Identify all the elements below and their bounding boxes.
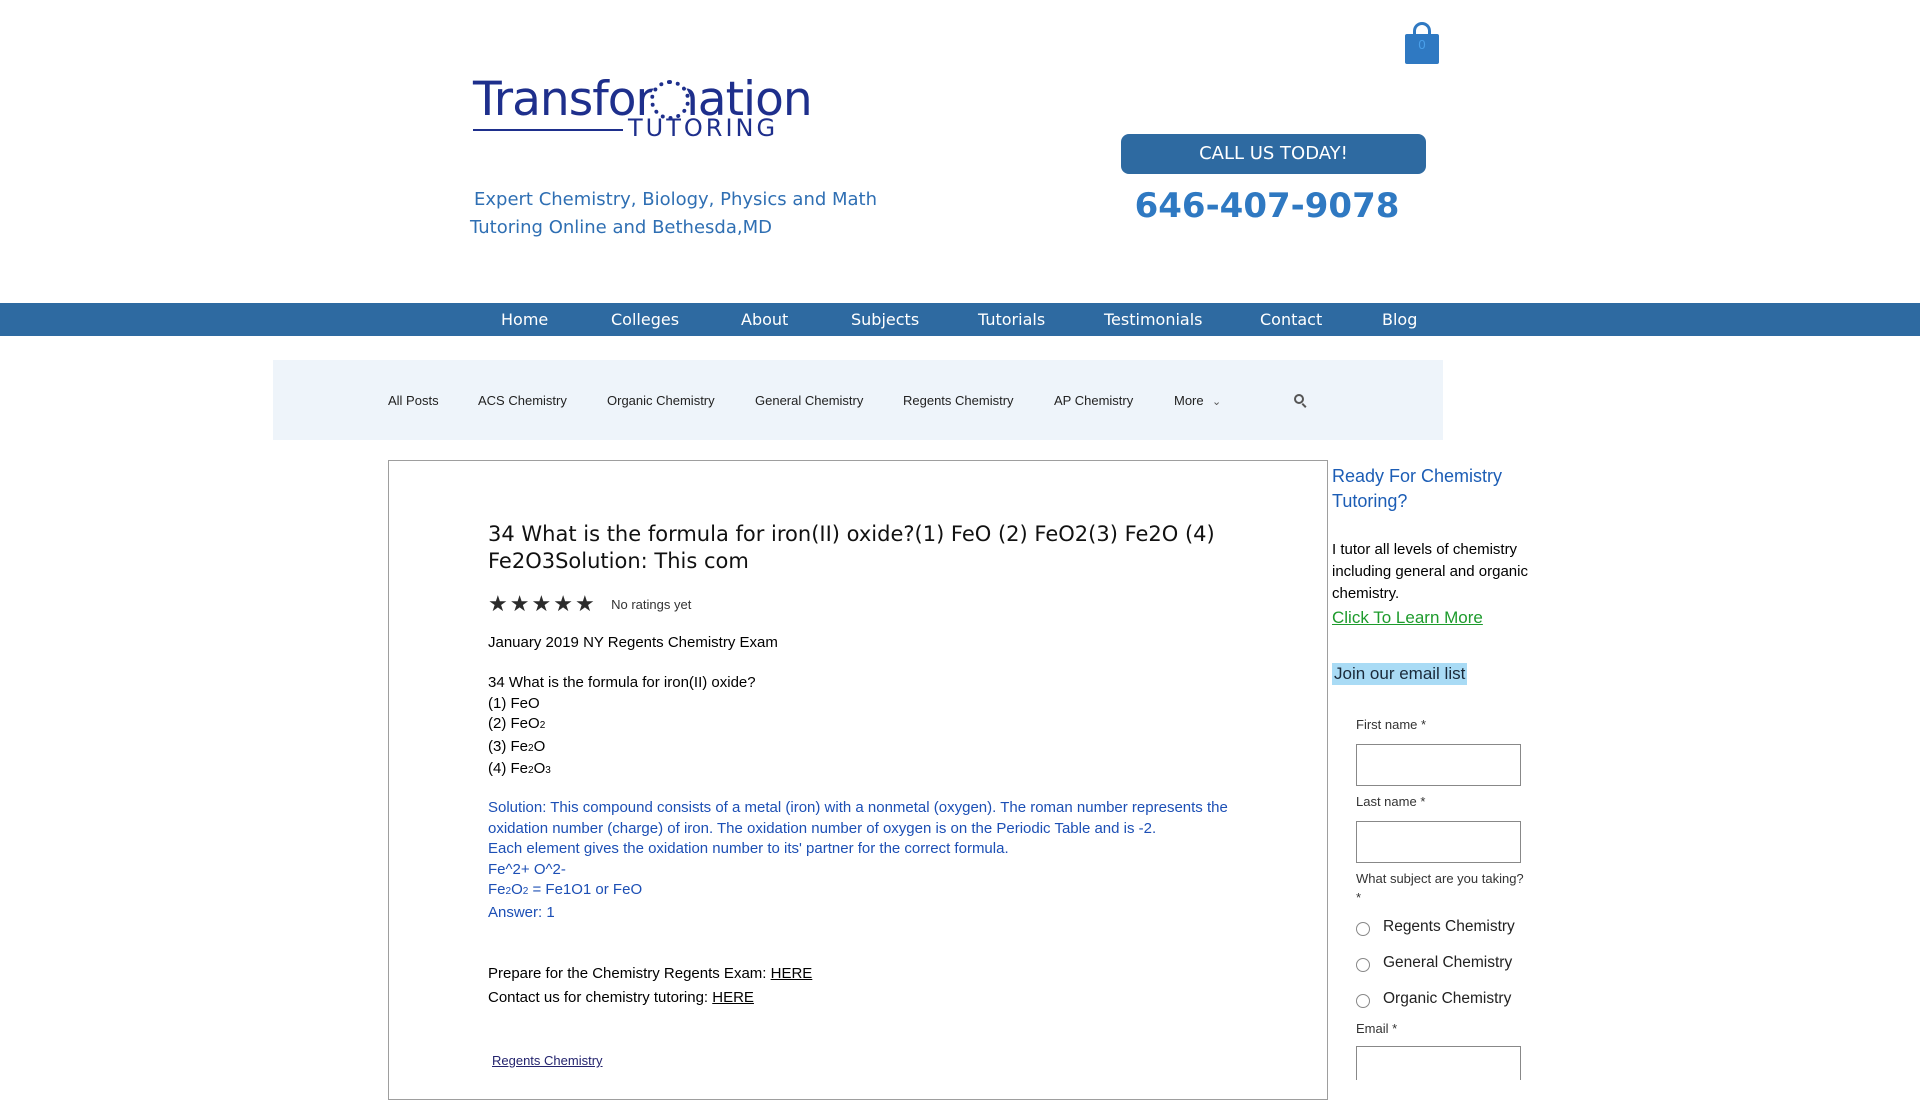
first-name-label: First name * (1356, 717, 1427, 732)
option-1: (1) FeO (488, 694, 540, 712)
prepare-here-link[interactable]: HERE (771, 965, 813, 982)
solution-explain: Each element gives the oxidation number … (488, 840, 1009, 857)
solution-ions: Fe^2+ O^2- (488, 860, 566, 878)
call-us-button[interactable]: CALL US TODAY! (1121, 134, 1426, 174)
option-3-text-end: O (533, 737, 546, 755)
nav-colleges[interactable]: Colleges (611, 303, 679, 336)
nav-testimonials[interactable]: Testimonials (1104, 303, 1203, 336)
last-name-field[interactable] (1356, 821, 1521, 863)
option-4-text-mid: O (533, 760, 546, 777)
option-3-text: (3) Fe (488, 737, 529, 755)
email-label: Email * (1356, 1021, 1398, 1036)
tagline-line2: Tutoring Online and Bethesda,MD (470, 217, 772, 238)
main-nav: Home Colleges About Subjects Tutorials T… (0, 303, 1920, 336)
solution-formula: Fe2O2 = Fe1O1 or FeO (488, 880, 1228, 903)
star-icon[interactable]: ★ (488, 593, 508, 615)
radio-button[interactable] (1356, 994, 1370, 1008)
radio-button[interactable] (1356, 922, 1370, 936)
prepare-text: Prepare for the Chemistry Regents Exam: (488, 965, 771, 982)
subject-label: What subject are you taking? * (1356, 871, 1524, 905)
question-block: 34 What is the formula for iron(II) oxid… (488, 673, 1228, 782)
star-icon[interactable]: ★ (510, 593, 530, 615)
tagline: Expert Chemistry, Biology, Physics and M… (470, 186, 890, 242)
chevron-down-icon[interactable]: ⌄ (1212, 395, 1221, 408)
radio-button[interactable] (1356, 958, 1370, 972)
option-2: (2) FeO2 (488, 714, 1228, 737)
radio-label: General Chemistry (1383, 954, 1513, 971)
links-block: Prepare for the Chemistry Regents Exam: … (488, 962, 1228, 1010)
shopping-bag-icon[interactable]: 0 (1405, 22, 1439, 64)
nav-home[interactable]: Home (501, 303, 548, 336)
category-ap-chemistry[interactable]: AP Chemistry (1054, 393, 1133, 408)
join-email-heading: Join our email list (1332, 663, 1468, 685)
contact-line: Contact us for chemistry tutoring: HERE (488, 986, 1228, 1010)
option-4-text: (4) Fe (488, 760, 529, 777)
nav-blog[interactable]: Blog (1382, 303, 1417, 336)
category-more[interactable]: More (1174, 393, 1204, 408)
tagline-line1: Expert Chemistry, Biology, Physics and M… (474, 189, 878, 210)
post-title[interactable]: 34 What is the formula for iron(II) oxid… (488, 521, 1228, 575)
question-text: 34 What is the formula for iron(II) oxid… (488, 674, 756, 691)
sidebar-title: Ready For Chemistry Tutoring? (1332, 466, 1503, 511)
star-icon[interactable]: ★ (553, 593, 573, 615)
star-icon[interactable]: ★ (531, 593, 551, 615)
nav-about[interactable]: About (741, 303, 788, 336)
solution-text: Solution: This compound consists of a me… (488, 799, 1228, 837)
star-icon[interactable]: ★ (575, 593, 595, 615)
email-field[interactable] (1356, 1046, 1521, 1080)
solution-block: Solution: This compound consists of a me… (488, 798, 1228, 923)
option-3: (3) Fe2O (488, 737, 1228, 760)
category-organic-chemistry[interactable]: Organic Chemistry (607, 393, 715, 408)
logo-subtitle: TUTORING (628, 114, 779, 142)
category-acs-chemistry[interactable]: ACS Chemistry (478, 393, 567, 408)
category-all-posts[interactable]: All Posts (388, 393, 439, 408)
radio-label: Organic Chemistry (1383, 990, 1512, 1007)
nav-tutorials[interactable]: Tutorials (978, 303, 1045, 336)
category-general-chemistry[interactable]: General Chemistry (755, 393, 863, 408)
category-regents-chemistry[interactable]: Regents Chemistry (903, 393, 1014, 408)
blog-category-nav: All Posts ACS Chemistry Organic Chemistr… (273, 360, 1443, 440)
option-4: (4) Fe2O3 (488, 759, 1228, 782)
option-2-text: (2) FeO (488, 715, 540, 732)
solution-answer: Answer: 1 (488, 903, 555, 921)
phone-number[interactable]: 646-407-9078 (1121, 186, 1413, 226)
nav-contact[interactable]: Contact (1260, 303, 1322, 336)
option-4-subscript-2: 3 (545, 765, 551, 776)
rating-text: No ratings yet (611, 596, 692, 612)
search-icon-handle (1301, 403, 1307, 408)
learn-more-link[interactable]: Click To Learn More (1332, 608, 1483, 628)
sidebar-description: I tutor all levels of chemistry includin… (1332, 541, 1528, 602)
formula-text-mid: O (511, 881, 523, 898)
search-icon[interactable] (1294, 394, 1308, 408)
cart-count: 0 (1418, 37, 1426, 52)
logo[interactable]: Transformation TUTORING (473, 72, 813, 142)
star-rating[interactable]: ★★★★★ No ratings yet (488, 593, 691, 615)
last-name-label: Last name * (1356, 794, 1426, 809)
blog-post-card: 34 What is the formula for iron(II) oxid… (388, 460, 1328, 1100)
contact-here-link[interactable]: HERE (712, 989, 754, 1006)
first-name-field[interactable] (1356, 744, 1521, 786)
exam-heading: January 2019 NY Regents Chemistry Exam (488, 634, 778, 651)
formula-text-end: = Fe1O1 or FeO (528, 881, 643, 898)
logo-underline (473, 129, 623, 131)
radio-label: Regents Chemistry (1383, 918, 1515, 935)
post-tag-regents-chemistry[interactable]: Regents Chemistry (492, 1053, 603, 1068)
prepare-line: Prepare for the Chemistry Regents Exam: … (488, 962, 1228, 986)
contact-text: Contact us for chemistry tutoring: (488, 989, 713, 1006)
option-2-subscript: 2 (539, 720, 546, 731)
formula-text: Fe (488, 881, 506, 898)
nav-subjects[interactable]: Subjects (851, 303, 919, 336)
